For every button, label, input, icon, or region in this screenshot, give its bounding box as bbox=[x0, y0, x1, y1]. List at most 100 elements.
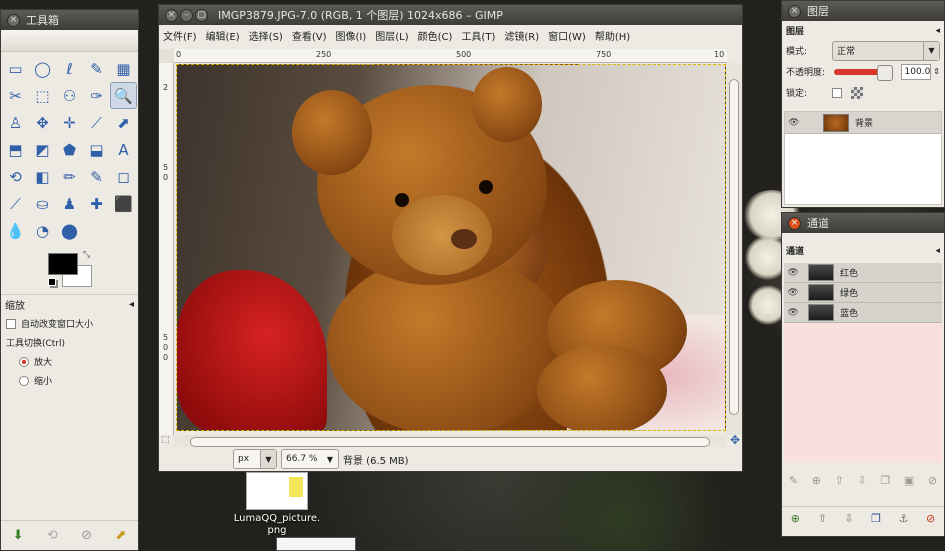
raise-channel-icon[interactable]: ⇧ bbox=[835, 474, 844, 487]
tool-button[interactable]: ✛ bbox=[56, 109, 83, 136]
duplicate-layer-icon[interactable]: ❐ bbox=[871, 512, 881, 525]
visibility-eye-icon[interactable]: 👁 bbox=[785, 118, 803, 128]
visibility-eye-icon[interactable]: 👁 bbox=[784, 308, 802, 318]
chevron-down-icon[interactable]: ▼ bbox=[322, 450, 338, 468]
raise-layer-icon[interactable]: ⇧ bbox=[818, 512, 827, 525]
close-icon[interactable]: × bbox=[788, 216, 801, 230]
tool-button[interactable]: ✚ bbox=[83, 190, 110, 217]
desktop-file-icon[interactable]: LumaQQ_picture. png bbox=[230, 472, 324, 537]
anchor-layer-icon[interactable]: ⚓ bbox=[899, 512, 909, 525]
delete-layer-icon[interactable]: ⊘ bbox=[926, 512, 935, 525]
tool-button[interactable]: ✎ bbox=[83, 55, 110, 82]
menu-item[interactable]: 窗口(W) bbox=[548, 28, 586, 43]
swap-colors-icon[interactable]: ⤡ bbox=[83, 250, 90, 260]
zoom-in-option[interactable]: 放大 bbox=[1, 352, 138, 371]
vertical-scrollbar[interactable] bbox=[726, 63, 742, 435]
tool-button[interactable]: ⟲ bbox=[2, 163, 29, 190]
zoom-select[interactable]: 66.7 % ▼ bbox=[281, 449, 339, 469]
toolbox-titlebar[interactable]: × 工具箱 bbox=[1, 10, 138, 30]
channels-titlebar[interactable]: × 通道 bbox=[782, 213, 944, 233]
delete-options-icon[interactable]: ⊘ bbox=[81, 528, 92, 543]
delete-channel-icon[interactable]: ⊘ bbox=[928, 474, 937, 487]
horizontal-scrollbar-thumb[interactable] bbox=[190, 437, 710, 447]
desktop-window-thumbnail[interactable] bbox=[276, 537, 356, 551]
tool-button[interactable]: A bbox=[110, 136, 137, 163]
menu-item[interactable]: 帮助(H) bbox=[595, 28, 630, 43]
tool-button[interactable]: ◻ bbox=[110, 163, 137, 190]
menu-item[interactable]: 图像(I) bbox=[336, 28, 367, 43]
visibility-eye-icon[interactable]: 👁 bbox=[784, 268, 802, 278]
menu-item[interactable]: 编辑(E) bbox=[206, 28, 240, 43]
chevron-down-icon[interactable]: ▼ bbox=[260, 450, 276, 468]
tool-button[interactable]: ⬚ bbox=[29, 82, 56, 109]
auto-resize-option[interactable]: 自动改变窗口大小 bbox=[1, 314, 138, 333]
tool-button[interactable]: ♟ bbox=[56, 190, 83, 217]
vertical-ruler[interactable]: 250500 bbox=[159, 63, 174, 435]
navigate-icon[interactable]: ✥ bbox=[730, 433, 740, 447]
tool-button[interactable]: ▦ bbox=[110, 55, 137, 82]
tool-button[interactable]: ⬛ bbox=[110, 190, 137, 217]
menu-item[interactable]: 滤镜(R) bbox=[504, 28, 539, 43]
menu-item[interactable]: 颜色(C) bbox=[418, 28, 453, 43]
zoom-out-option[interactable]: 缩小 bbox=[1, 371, 138, 390]
zoom-out-radio[interactable] bbox=[19, 375, 29, 386]
mode-select[interactable]: 正常 ▼ bbox=[832, 40, 940, 61]
vertical-scrollbar-thumb[interactable] bbox=[729, 79, 739, 415]
menu-item[interactable]: 查看(V) bbox=[292, 28, 327, 43]
tool-button[interactable]: ♙ bbox=[2, 109, 29, 136]
foreground-color[interactable] bbox=[48, 253, 78, 275]
tool-button[interactable]: ✎ bbox=[83, 163, 110, 190]
image-window-titlebar[interactable]: × – □ IMGP3879.JPG-7.0 (RGB, 1 个图层) 1024… bbox=[159, 5, 742, 25]
lower-layer-icon[interactable]: ⇩ bbox=[844, 512, 853, 525]
channel-row-blue[interactable]: 👁 蓝色 bbox=[784, 303, 942, 323]
auto-resize-checkbox[interactable] bbox=[6, 318, 16, 329]
minimize-icon[interactable]: – bbox=[180, 8, 193, 22]
tool-button[interactable]: ✥ bbox=[29, 109, 56, 136]
channel-row-red[interactable]: 👁 红色 bbox=[784, 263, 942, 283]
default-colors-icon[interactable] bbox=[48, 278, 56, 286]
lock-pixels-checkbox[interactable] bbox=[832, 87, 842, 98]
tool-button[interactable]: ◯ bbox=[29, 55, 56, 82]
tool-button[interactable]: ⬓ bbox=[83, 136, 110, 163]
tool-button[interactable]: ✏ bbox=[56, 163, 83, 190]
edit-channel-icon[interactable]: ✎ bbox=[789, 474, 798, 487]
channel-row-green[interactable]: 👁 绿色 bbox=[784, 283, 942, 303]
tool-button[interactable]: ◩ bbox=[29, 136, 56, 163]
new-layer-icon[interactable]: ⊕ bbox=[791, 512, 800, 525]
tool-button[interactable]: ▭ bbox=[2, 55, 29, 82]
quick-mask-icon[interactable]: ⬚ bbox=[161, 435, 170, 445]
tool-button[interactable]: ℓ bbox=[56, 55, 83, 82]
image-canvas[interactable] bbox=[176, 64, 726, 431]
panel-menu-icon[interactable]: ◂ bbox=[935, 26, 940, 36]
tool-button[interactable]: ◧ bbox=[29, 163, 56, 190]
spin-arrows-icon[interactable]: ⇕ bbox=[933, 67, 940, 76]
chevron-down-icon[interactable]: ▼ bbox=[923, 41, 939, 60]
lock-alpha-icon[interactable] bbox=[851, 86, 863, 99]
tool-button[interactable]: ⟋ bbox=[2, 190, 29, 217]
layer-row[interactable]: 👁 背景 bbox=[785, 112, 941, 134]
opacity-slider[interactable] bbox=[833, 64, 893, 81]
tool-button[interactable]: 🔍 bbox=[110, 82, 137, 109]
tool-button[interactable]: ⛀ bbox=[29, 190, 56, 217]
tool-button[interactable]: ✂ bbox=[2, 82, 29, 109]
horizontal-ruler[interactable]: 0 250 500 750 10 bbox=[174, 49, 727, 63]
close-icon[interactable]: × bbox=[788, 4, 801, 18]
close-icon[interactable]: × bbox=[165, 8, 178, 22]
menu-item[interactable]: 文件(F) bbox=[163, 28, 197, 43]
close-icon[interactable]: × bbox=[7, 13, 20, 27]
tool-button[interactable]: ⟋ bbox=[83, 109, 110, 136]
visibility-eye-icon[interactable]: 👁 bbox=[784, 288, 802, 298]
menu-item[interactable]: 工具(T) bbox=[461, 28, 495, 43]
reset-options-icon[interactable]: ⬈ bbox=[115, 528, 126, 543]
ruler-corner[interactable] bbox=[159, 49, 174, 63]
zoom-in-radio[interactable] bbox=[19, 356, 29, 367]
new-channel-icon[interactable]: ⊕ bbox=[812, 474, 821, 487]
tool-button[interactable]: ⬟ bbox=[56, 136, 83, 163]
channel-to-selection-icon[interactable]: ▣ bbox=[904, 474, 914, 487]
tool-button[interactable]: ⬈ bbox=[110, 109, 137, 136]
menu-item[interactable]: 图层(L) bbox=[375, 28, 408, 43]
opacity-input[interactable]: 100.0 bbox=[900, 63, 932, 80]
lower-channel-icon[interactable]: ⇩ bbox=[857, 474, 866, 487]
tool-button[interactable]: ✑ bbox=[83, 82, 110, 109]
menu-item[interactable]: 选择(S) bbox=[249, 28, 283, 43]
